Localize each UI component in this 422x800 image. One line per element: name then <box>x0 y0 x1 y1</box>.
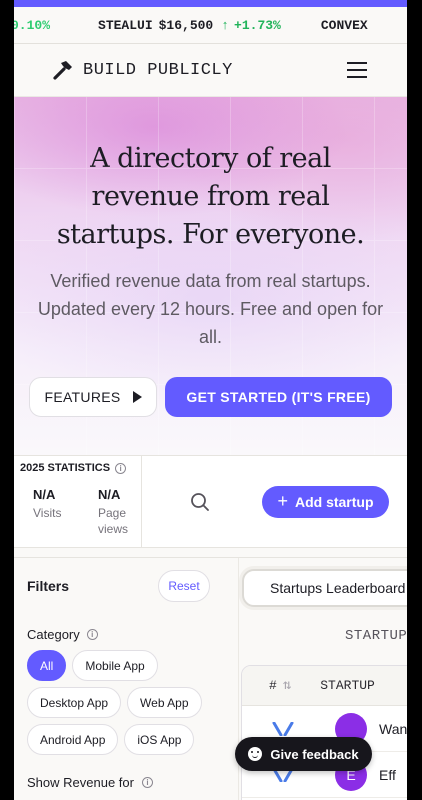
category-chip-ios-app[interactable]: iOS App <box>124 724 195 755</box>
category-chip-all[interactable]: All <box>27 650 67 681</box>
stat-pageviews: N/A Page views <box>78 487 140 537</box>
up-arrow-icon: ↑ <box>221 17 230 33</box>
reset-button[interactable]: Reset <box>158 570 210 602</box>
ticker-change: +1.73% <box>234 17 281 33</box>
features-button[interactable]: FEATURES <box>29 377 157 417</box>
hero-section: A directory of real revenue from real st… <box>14 97 407 455</box>
visits-label: Visits <box>33 506 62 520</box>
app-frame: 0.10% STEALUI $16,500 ↑ +1.73% CONVEX BU… <box>14 0 407 800</box>
leaderboard-section-heading: STARTUP <box>345 628 407 644</box>
info-icon[interactable]: i <box>115 462 127 474</box>
hero-buttons: FEATURES GET STARTED (IT'S FREE) <box>14 351 407 417</box>
smiley-icon <box>248 747 263 761</box>
leaderboard-tab[interactable]: Startups Leaderboard <box>242 569 407 607</box>
plus-icon: + <box>277 490 288 511</box>
filters-panel: Filters Reset Category i All Mobile App … <box>14 558 226 800</box>
leaderboard-table: # ⇅ STARTUP Wan E Eff <box>241 665 407 800</box>
show-revenue-info-icon[interactable]: i <box>141 777 153 788</box>
filters-title: Filters <box>27 578 70 594</box>
stats-actions: + Add startup <box>142 456 407 547</box>
ticker-left-change: 0.10% <box>14 17 51 33</box>
category-chip-mobile-app[interactable]: Mobile App <box>72 650 158 681</box>
category-chip-android-app[interactable]: Android App <box>27 724 119 755</box>
filters-header: Filters Reset <box>27 570 226 602</box>
hero-subtitle: Verified revenue data from real startups… <box>37 271 384 347</box>
navbar: BUILD PUBLICLY <box>14 44 407 97</box>
add-startup-button[interactable]: + Add startup <box>262 485 389 518</box>
startup-name: Eff <box>379 766 396 783</box>
give-feedback-button[interactable]: Give feedback <box>235 737 372 771</box>
stock-ticker: 0.10% STEALUI $16,500 ↑ +1.73% CONVEX <box>14 7 407 44</box>
pageviews-value: N/A <box>98 487 121 502</box>
statistics-title: 2025 STATISTICS <box>20 462 111 474</box>
get-started-button[interactable]: GET STARTED (IT'S FREE) <box>165 377 392 417</box>
ticker-next-symbol: CONVEX <box>320 17 368 33</box>
add-startup-label: Add startup <box>294 493 374 510</box>
column-rank: # <box>269 678 277 693</box>
hammer-icon <box>53 61 72 80</box>
show-revenue-row: Show Revenue for i <box>27 775 153 790</box>
ticker-symbol: STEALUI <box>98 17 153 33</box>
stat-visits: N/A Visits <box>20 487 78 537</box>
visits-value: N/A <box>33 487 56 502</box>
hamburger-menu-icon[interactable] <box>347 62 367 78</box>
statistics-values: N/A Visits N/A Page views <box>20 487 141 537</box>
features-label: FEATURES <box>44 389 121 405</box>
hero-title: A directory of real revenue from real st… <box>56 143 365 250</box>
category-label-row: Category i <box>27 627 226 642</box>
medal-icon <box>272 721 294 736</box>
show-revenue-label: Show Revenue for <box>27 775 134 790</box>
stats-bar: 2025 STATISTICS i N/A Visits N/A Page vi… <box>14 455 407 548</box>
search-icon[interactable] <box>190 492 210 512</box>
sort-arrows-icon[interactable]: ⇅ <box>283 677 291 694</box>
logo-link[interactable]: BUILD PUBLICLY <box>52 59 233 81</box>
table-header: # ⇅ STARTUP <box>242 666 407 706</box>
accent-top-bar <box>14 0 407 7</box>
category-chips: All Mobile App Desktop App Web App Andro… <box>27 650 226 755</box>
play-icon <box>132 391 142 403</box>
logo-text: BUILD PUBLICLY <box>83 60 233 80</box>
statistics-card: 2025 STATISTICS i N/A Visits N/A Page vi… <box>14 456 142 547</box>
ticker-price: $16,500 <box>158 17 214 33</box>
category-info-icon[interactable]: i <box>86 629 98 640</box>
category-chip-web-app[interactable]: Web App <box>127 687 202 718</box>
category-label: Category <box>27 627 80 642</box>
pageviews-label: Page views <box>98 506 129 536</box>
category-chip-desktop-app[interactable]: Desktop App <box>27 687 122 718</box>
statistics-heading: 2025 STATISTICS i <box>20 462 141 474</box>
startup-name: Wan <box>379 720 407 737</box>
column-startup[interactable]: STARTUP <box>320 678 375 693</box>
give-feedback-label: Give feedback <box>270 746 359 762</box>
